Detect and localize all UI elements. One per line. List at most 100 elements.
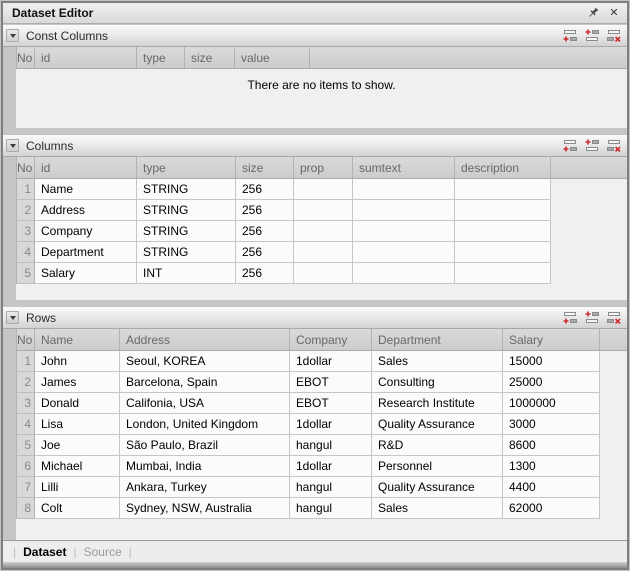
cell[interactable]: Michael xyxy=(35,456,120,477)
cell[interactable]: Joe xyxy=(35,435,120,456)
cell[interactable]: Department xyxy=(35,242,137,263)
cell[interactable] xyxy=(455,242,551,263)
column-header-size[interactable]: size xyxy=(236,157,294,179)
row-number[interactable]: 1 xyxy=(16,179,35,200)
cell[interactable] xyxy=(353,179,455,200)
cell[interactable]: Mumbai, India xyxy=(120,456,290,477)
column-header-value[interactable]: value xyxy=(235,47,310,69)
tab-dataset[interactable]: Dataset xyxy=(23,545,66,559)
cell[interactable]: 4400 xyxy=(503,477,600,498)
row-number[interactable]: 5 xyxy=(16,263,35,284)
row-number[interactable]: 3 xyxy=(16,393,35,414)
row-number[interactable]: 2 xyxy=(16,372,35,393)
cell[interactable] xyxy=(294,242,353,263)
cell[interactable]: 1dollar xyxy=(290,351,372,372)
cell[interactable]: R&D xyxy=(372,435,503,456)
cell[interactable]: Ankara, Turkey xyxy=(120,477,290,498)
cell[interactable] xyxy=(294,221,353,242)
cell[interactable]: Address xyxy=(35,200,137,221)
cell[interactable]: Lilli xyxy=(35,477,120,498)
cell[interactable]: STRING xyxy=(137,242,236,263)
cell[interactable]: 256 xyxy=(236,221,294,242)
cell[interactable]: Personnel xyxy=(372,456,503,477)
cell[interactable]: Research Institute xyxy=(372,393,503,414)
row-number[interactable]: 8 xyxy=(16,498,35,519)
delete-row-button[interactable] xyxy=(605,139,622,153)
cell[interactable]: EBOT xyxy=(290,372,372,393)
cell[interactable]: 62000 xyxy=(503,498,600,519)
column-header-salary[interactable]: Salary xyxy=(503,329,600,351)
cell[interactable] xyxy=(353,263,455,284)
cell[interactable]: hangul xyxy=(290,435,372,456)
cell[interactable]: Barcelona, Spain xyxy=(120,372,290,393)
collapse-button[interactable] xyxy=(6,139,19,152)
collapse-button[interactable] xyxy=(6,311,19,324)
delete-row-button[interactable] xyxy=(605,29,622,43)
cell[interactable]: São Paulo, Brazil xyxy=(120,435,290,456)
column-header-no[interactable]: No xyxy=(16,329,35,351)
column-header-name[interactable]: Name xyxy=(35,329,120,351)
column-header-company[interactable]: Company xyxy=(290,329,372,351)
row-number[interactable]: 7 xyxy=(16,477,35,498)
row-number[interactable]: 4 xyxy=(16,242,35,263)
cell[interactable]: 1dollar xyxy=(290,456,372,477)
cell[interactable]: Salary xyxy=(35,263,137,284)
cell[interactable]: 256 xyxy=(236,200,294,221)
cell[interactable]: 25000 xyxy=(503,372,600,393)
delete-row-button[interactable] xyxy=(605,311,622,325)
cell[interactable]: Company xyxy=(35,221,137,242)
cell[interactable]: hangul xyxy=(290,477,372,498)
add-row-button[interactable] xyxy=(561,139,578,153)
column-header-id[interactable]: id xyxy=(35,157,137,179)
cell[interactable]: James xyxy=(35,372,120,393)
column-header-sumtext[interactable]: sumtext xyxy=(353,157,455,179)
add-row-button[interactable] xyxy=(561,29,578,43)
column-header-department[interactable]: Department xyxy=(372,329,503,351)
cell[interactable]: 256 xyxy=(236,263,294,284)
row-number[interactable]: 4 xyxy=(16,414,35,435)
cell[interactable]: 3000 xyxy=(503,414,600,435)
pin-button[interactable] xyxy=(586,6,600,20)
cell[interactable]: STRING xyxy=(137,200,236,221)
row-number[interactable]: 5 xyxy=(16,435,35,456)
cell[interactable]: 256 xyxy=(236,242,294,263)
cell[interactable]: Lisa xyxy=(35,414,120,435)
cell[interactable]: 1dollar xyxy=(290,414,372,435)
cell[interactable]: EBOT xyxy=(290,393,372,414)
cell[interactable] xyxy=(353,242,455,263)
cell[interactable]: STRING xyxy=(137,179,236,200)
cell[interactable]: Seoul, KOREA xyxy=(120,351,290,372)
cell[interactable]: 1300 xyxy=(503,456,600,477)
close-button[interactable]: ✕ xyxy=(607,6,621,20)
insert-row-button[interactable] xyxy=(583,311,600,325)
cell[interactable]: Colt xyxy=(35,498,120,519)
row-number[interactable]: 1 xyxy=(16,351,35,372)
column-header-address[interactable]: Address xyxy=(120,329,290,351)
cell[interactable]: hangul xyxy=(290,498,372,519)
cell[interactable] xyxy=(353,221,455,242)
tab-source[interactable]: Source xyxy=(84,545,122,559)
cell[interactable] xyxy=(294,179,353,200)
column-header-type[interactable]: type xyxy=(137,47,185,69)
cell[interactable]: Donald xyxy=(35,393,120,414)
cell[interactable]: Califonia, USA xyxy=(120,393,290,414)
column-header-no[interactable]: No xyxy=(16,157,35,179)
collapse-button[interactable] xyxy=(6,29,19,42)
cell[interactable]: STRING xyxy=(137,221,236,242)
cell[interactable]: Quality Assurance xyxy=(372,414,503,435)
cell[interactable]: Sales xyxy=(372,498,503,519)
cell[interactable]: INT xyxy=(137,263,236,284)
insert-row-button[interactable] xyxy=(583,29,600,43)
cell[interactable] xyxy=(353,200,455,221)
row-number[interactable]: 6 xyxy=(16,456,35,477)
column-header-no[interactable]: No xyxy=(16,47,35,69)
cell[interactable]: London, United Kingdom xyxy=(120,414,290,435)
cell[interactable] xyxy=(455,263,551,284)
column-header-description[interactable]: description xyxy=(455,157,551,179)
row-number[interactable]: 2 xyxy=(16,200,35,221)
cell[interactable]: Consulting xyxy=(372,372,503,393)
insert-row-button[interactable] xyxy=(583,139,600,153)
column-header-type[interactable]: type xyxy=(137,157,236,179)
cell[interactable]: Name xyxy=(35,179,137,200)
cell[interactable]: Quality Assurance xyxy=(372,477,503,498)
